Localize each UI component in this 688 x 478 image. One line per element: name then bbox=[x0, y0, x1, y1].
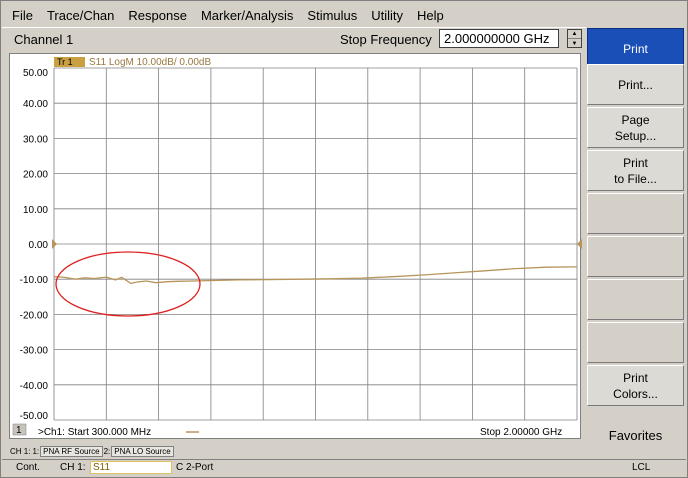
menu-file[interactable]: File bbox=[2, 8, 40, 23]
y-tick-label: 30.00 bbox=[23, 134, 48, 145]
softkey-page-setup[interactable]: Page Setup... bbox=[587, 107, 684, 148]
favorites-button[interactable]: Favorites bbox=[587, 419, 684, 451]
source-2-tab[interactable]: PNA LO Source bbox=[111, 446, 174, 457]
softkey-label: Print... bbox=[618, 77, 653, 92]
sweep-mode-status: Cont. bbox=[16, 462, 40, 473]
y-tick-label: 20.00 bbox=[23, 170, 48, 181]
channel-number: 1 bbox=[16, 425, 22, 436]
source-channel: CH 1: bbox=[10, 447, 31, 456]
stop-frequency-label: Stop Frequency bbox=[340, 32, 432, 47]
start-frequency-annotation: >Ch1: Start 300.000 MHz bbox=[38, 427, 151, 438]
trace-badge-label: Tr 1 bbox=[57, 57, 73, 67]
softkey-blank-2[interactable] bbox=[587, 236, 684, 277]
annotation-ellipse bbox=[55, 251, 201, 317]
spin-down-icon[interactable]: ▼ bbox=[568, 39, 581, 48]
calibration-status: C 2-Port bbox=[176, 462, 214, 473]
y-tick-label: -50.00 bbox=[20, 411, 49, 422]
active-measurement-status[interactable]: S11 bbox=[90, 461, 172, 474]
menu-help[interactable]: Help bbox=[410, 8, 451, 23]
y-tick-label: 40.00 bbox=[23, 99, 48, 110]
source-1-number: 1: bbox=[32, 447, 40, 456]
grid bbox=[53, 67, 578, 421]
softkey-blank-4[interactable] bbox=[587, 322, 684, 363]
menu-marker-analysis[interactable]: Marker/Analysis bbox=[194, 8, 300, 23]
ref-marker-left-icon bbox=[52, 239, 57, 249]
softkey-panel: Print Print... Page Setup... Print to Fi… bbox=[586, 27, 686, 451]
softkey-label: Print bbox=[623, 155, 648, 170]
spin-up-icon[interactable]: ▲ bbox=[568, 30, 581, 39]
trace-description: S11 LogM 10.00dB/ 0.00dB bbox=[89, 57, 211, 68]
y-tick-label: -30.00 bbox=[20, 346, 49, 357]
y-tick-label: -10.00 bbox=[20, 275, 49, 286]
channel-title: Channel 1 bbox=[14, 32, 74, 47]
active-channel-status: CH 1: bbox=[60, 462, 86, 473]
y-tick-label: -20.00 bbox=[20, 310, 49, 321]
vna-window: File Trace/Chan Response Marker/Analysis… bbox=[0, 0, 688, 478]
status-bar: Cont. CH 1: S11 C 2-Port LCL bbox=[2, 459, 686, 475]
softkey-print-to-file[interactable]: Print to File... bbox=[587, 150, 684, 191]
softkey-label: to File... bbox=[614, 171, 657, 186]
source-bar: CH 1: 1: PNA RF Source 2: PNA LO Source bbox=[9, 446, 174, 457]
source-1-tab[interactable]: PNA RF Source bbox=[40, 446, 103, 457]
trace-display[interactable]: 50.00 40.00 30.00 20.00 10.00 0.00 -10.00 -20.0… bbox=[9, 53, 582, 439]
softkey-blank-3[interactable] bbox=[587, 279, 684, 320]
menu-bar: File Trace/Chan Response Marker/Analysis… bbox=[2, 5, 586, 25]
softkey-label: Setup... bbox=[614, 128, 657, 143]
y-axis-ticks: 50.00 40.00 30.00 20.00 10.00 0.00 -10.00 -20.0… bbox=[20, 68, 49, 422]
softkey-blank-1[interactable] bbox=[587, 193, 684, 234]
softkey-label: Print bbox=[623, 370, 648, 385]
softkey-label: Colors... bbox=[613, 386, 658, 401]
entry-toolbar: Channel 1 Stop Frequency 2.000000000 GHz… bbox=[2, 27, 586, 51]
y-tick-label: 10.00 bbox=[23, 205, 48, 216]
softkey-print-dialog[interactable]: Print... bbox=[587, 64, 684, 105]
softkey-print[interactable]: Print bbox=[587, 28, 684, 69]
y-tick-label: 50.00 bbox=[23, 68, 48, 79]
menu-response[interactable]: Response bbox=[121, 8, 194, 23]
stop-frequency-spinner[interactable]: ▲ ▼ bbox=[567, 29, 582, 48]
menu-utility[interactable]: Utility bbox=[364, 8, 410, 23]
softkey-label: Page bbox=[621, 112, 650, 127]
softkey-print-colors[interactable]: Print Colors... bbox=[587, 365, 684, 406]
stop-frequency-annotation: Stop 2.00000 GHz bbox=[480, 427, 562, 438]
remote-status: LCL bbox=[632, 462, 651, 473]
menu-trace-chan[interactable]: Trace/Chan bbox=[40, 8, 121, 23]
menu-stimulus[interactable]: Stimulus bbox=[300, 8, 364, 23]
ref-marker-right-icon bbox=[577, 239, 582, 249]
source-2-number: 2: bbox=[103, 447, 111, 456]
stop-frequency-input[interactable]: 2.000000000 GHz bbox=[439, 29, 559, 48]
chart-svg: 50.00 40.00 30.00 20.00 10.00 0.00 -10.00 -20.0… bbox=[12, 57, 582, 438]
y-tick-label: -40.00 bbox=[20, 381, 49, 392]
y-tick-label: 0.00 bbox=[29, 240, 49, 251]
softkey-label: Print bbox=[623, 41, 648, 56]
